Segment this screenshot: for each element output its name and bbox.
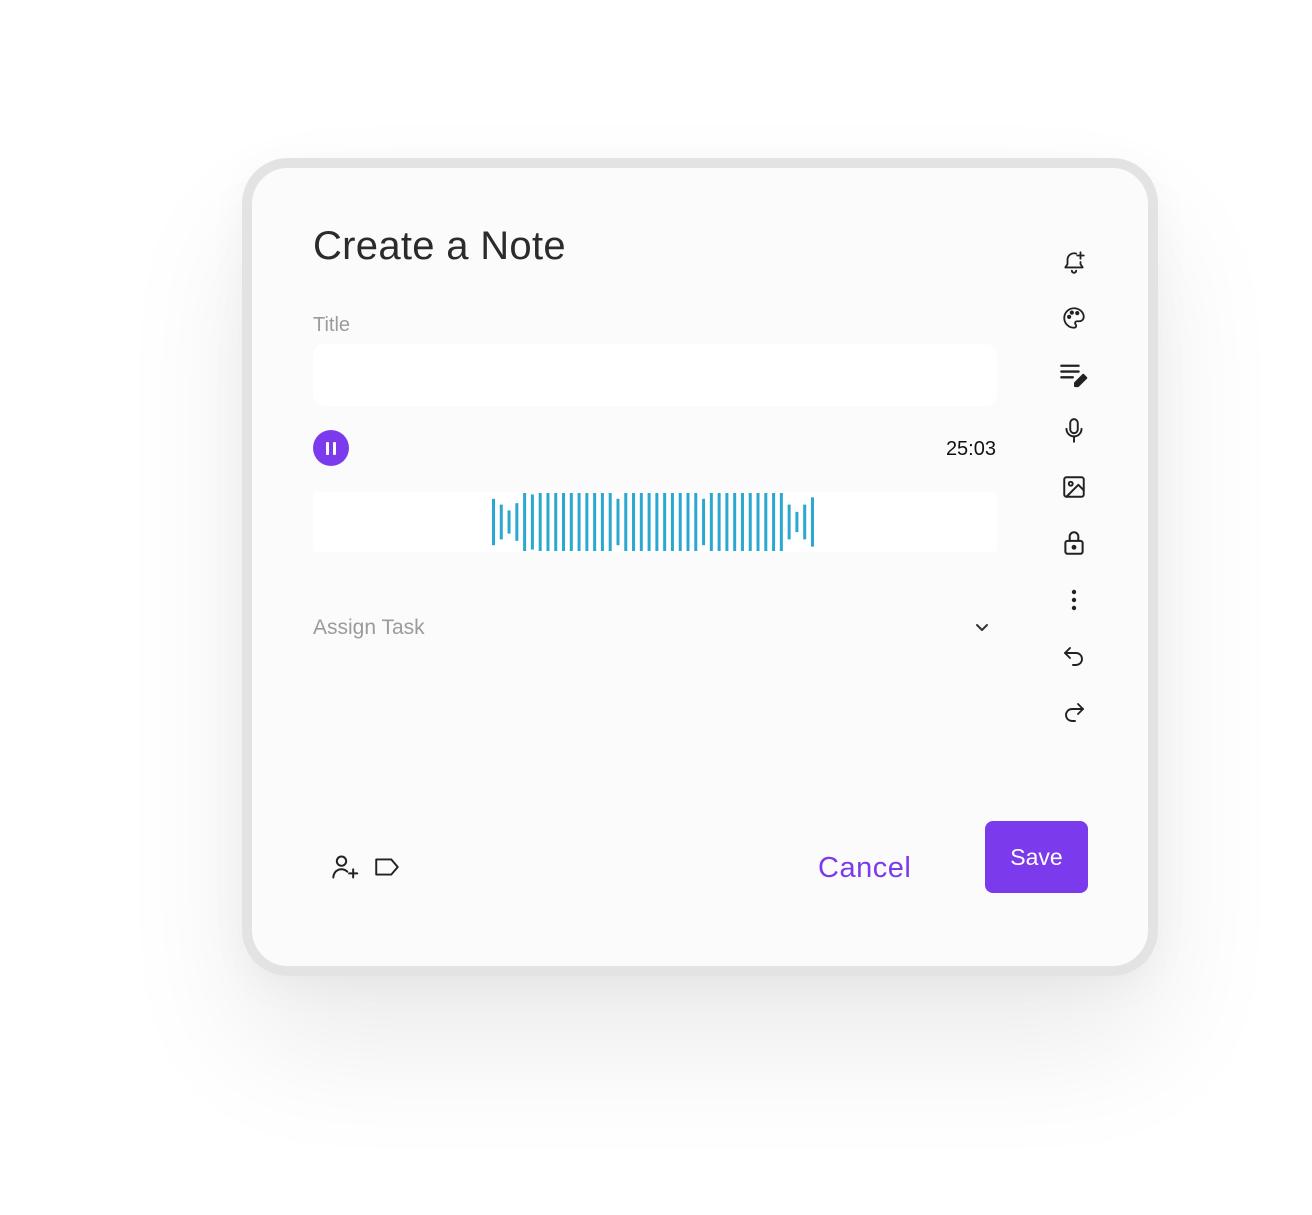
waveform-bar [562,493,566,551]
add-label-button[interactable] [372,852,402,882]
add-user-icon [332,855,359,879]
waveform-bar [725,493,729,551]
waveform-bar [787,504,791,540]
tag-icon [375,858,399,876]
waveform-bar [764,493,768,551]
more-vertical-icon [1071,589,1077,610]
audio-waveform [313,492,997,552]
color-button[interactable] [1054,298,1094,338]
waveform-bar [709,493,713,551]
waveform-bar [655,493,659,551]
waveform-bar [694,493,698,551]
waveform-bar [686,493,690,551]
redo-button[interactable] [1054,692,1094,732]
waveform-bar [600,493,604,551]
waveform-bar [569,493,573,551]
more-options-button[interactable] [1054,580,1094,620]
undo-icon [1064,647,1083,667]
waveform-bar [678,493,682,551]
waveform-bar [523,493,527,551]
edit-text-icon [1060,364,1088,387]
waveform-bar [546,493,550,551]
waveform-bar [616,498,620,546]
waveform-bar [492,498,495,546]
waveform-bar [733,493,737,551]
waveform-bar [632,493,636,551]
waveform-bar [624,493,628,551]
bell-plus-icon [1064,251,1085,274]
waveform-bar [507,510,511,534]
waveform-bar [795,511,799,533]
palette-icon [1063,307,1085,329]
waveform-bar [538,493,542,551]
pause-button[interactable] [313,430,349,466]
waveform-bar [740,493,744,551]
title-input[interactable] [313,344,997,406]
waveform-bar [577,493,581,551]
cancel-button[interactable]: Cancel [800,846,929,890]
assign-task-dropdown[interactable]: Assign Task [313,613,997,643]
side-toolbar [1054,242,1094,749]
waveform-bar [530,494,534,550]
microphone-icon [1065,418,1083,443]
waveform-bar [585,493,589,551]
waveform-bar [554,493,558,551]
waveform-bar [717,493,721,551]
save-button[interactable]: Save [985,821,1088,893]
waveform-bar [779,493,783,551]
waveform-bar [639,493,643,551]
lock-icon [1064,531,1084,556]
image-icon [1063,476,1085,498]
stage: Create a Note Title 25:03 Assign Task Ca… [0,0,1312,1215]
chevron-down-icon [976,624,988,631]
waveform-bar [663,493,667,551]
lock-note-button[interactable] [1054,523,1094,563]
waveform-bar [748,493,752,551]
assign-task-label: Assign Task [313,616,425,639]
footer-actions [330,852,414,882]
waveform-bar [499,504,503,540]
waveform-bar [772,493,776,551]
title-field-label: Title [313,314,351,336]
dialog-heading: Create a Note [313,224,566,268]
add-collaborator-button[interactable] [330,852,360,882]
waveform-bar [756,493,760,551]
add-image-button[interactable] [1054,467,1094,507]
waveform-bar [702,498,706,546]
waveform-bar [803,504,807,540]
create-note-dialog: Create a Note Title 25:03 Assign Task Ca… [242,158,1158,976]
waveform-bar [810,497,814,547]
record-audio-button[interactable] [1054,411,1094,451]
redo-icon [1065,703,1084,723]
waveform-bar [515,503,519,541]
waveform-bar [593,493,597,551]
undo-button[interactable] [1054,636,1094,676]
recording-timer: 25:03 [945,438,996,460]
waveform-bar [608,493,612,551]
waveform-bar [647,493,651,551]
waveform-bar [670,493,674,551]
add-reminder-button[interactable] [1054,242,1094,282]
text-format-button[interactable] [1054,355,1094,395]
pause-icon [326,441,329,455]
